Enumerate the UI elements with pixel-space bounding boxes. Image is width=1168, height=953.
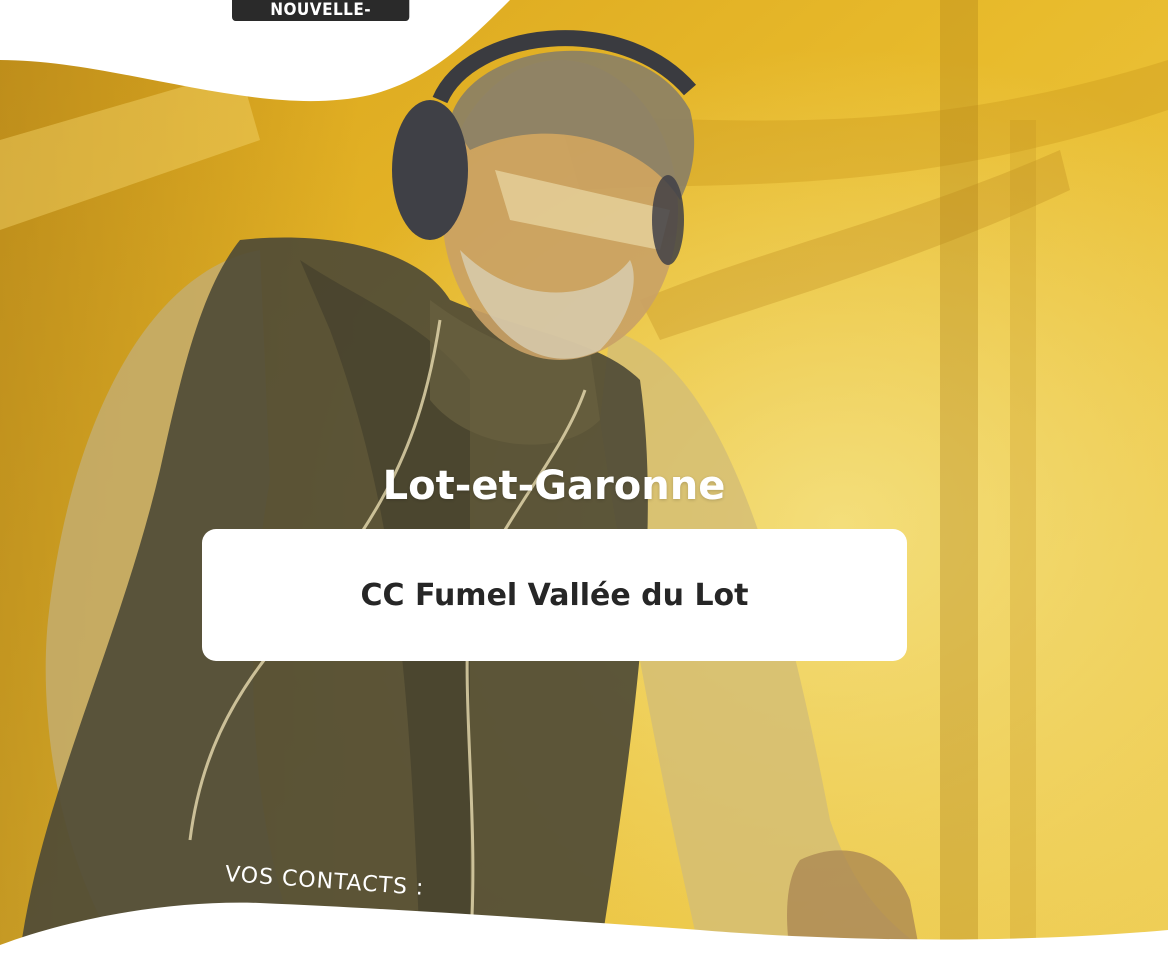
region-badge: NOUVELLE-AQUITAINE bbox=[232, 0, 410, 21]
community-card: CC Fumel Vallée du Lot bbox=[202, 529, 907, 661]
region-badge-label: NOUVELLE-AQUITAINE bbox=[270, 0, 372, 20]
community-name: CC Fumel Vallée du Lot bbox=[360, 577, 749, 613]
flyer-page: NOUVELLE-AQUITAINE Lot-et-Garonne CC Fum… bbox=[0, 0, 1168, 953]
department-title: Lot-et-Garonne bbox=[382, 463, 726, 509]
